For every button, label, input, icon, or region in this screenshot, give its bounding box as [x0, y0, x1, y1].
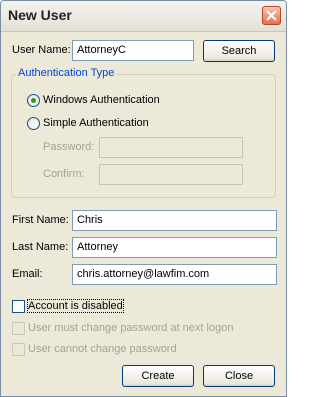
- cannot-change-password-label: User cannot change password: [28, 343, 177, 355]
- windows-auth-label[interactable]: Windows Authentication: [43, 94, 160, 106]
- last-name-input[interactable]: Attorney: [72, 237, 277, 258]
- account-disabled-label[interactable]: Account is disabled: [27, 299, 124, 313]
- new-user-dialog: New User User Name: AttorneyC Search Aut…: [0, 0, 287, 397]
- user-name-input[interactable]: AttorneyC: [72, 40, 194, 61]
- confirm-input[interactable]: [99, 164, 243, 185]
- radio-selected-dot: [31, 98, 36, 103]
- email-label: Email:: [12, 268, 43, 280]
- email-input[interactable]: chris.attorney@lawfim.com: [72, 264, 277, 285]
- simple-auth-label[interactable]: Simple Authentication: [43, 117, 149, 129]
- close-window-button[interactable]: [262, 6, 281, 25]
- create-button[interactable]: Create: [122, 365, 194, 387]
- close-icon: [266, 10, 277, 21]
- last-name-label: Last Name:: [12, 241, 69, 253]
- must-change-password-label: User must change password at next logon: [28, 322, 234, 334]
- confirm-label: Confirm:: [43, 168, 85, 180]
- close-button[interactable]: Close: [203, 365, 275, 387]
- user-name-label: User Name:: [12, 44, 71, 56]
- windows-auth-radio[interactable]: [27, 94, 40, 107]
- cannot-change-password-checkbox[interactable]: [12, 343, 25, 356]
- simple-auth-radio[interactable]: [27, 117, 40, 130]
- dialog-title: New User: [8, 7, 72, 23]
- must-change-password-checkbox[interactable]: [12, 322, 25, 335]
- password-input[interactable]: [99, 137, 243, 158]
- search-button[interactable]: Search: [203, 40, 275, 62]
- first-name-input[interactable]: Chris: [72, 210, 277, 231]
- account-disabled-checkbox[interactable]: [12, 300, 25, 313]
- password-label: Password:: [43, 141, 95, 153]
- first-name-label: First Name:: [12, 214, 69, 226]
- authentication-group-title: Authentication Type: [16, 67, 117, 79]
- title-bar[interactable]: New User: [1, 1, 286, 32]
